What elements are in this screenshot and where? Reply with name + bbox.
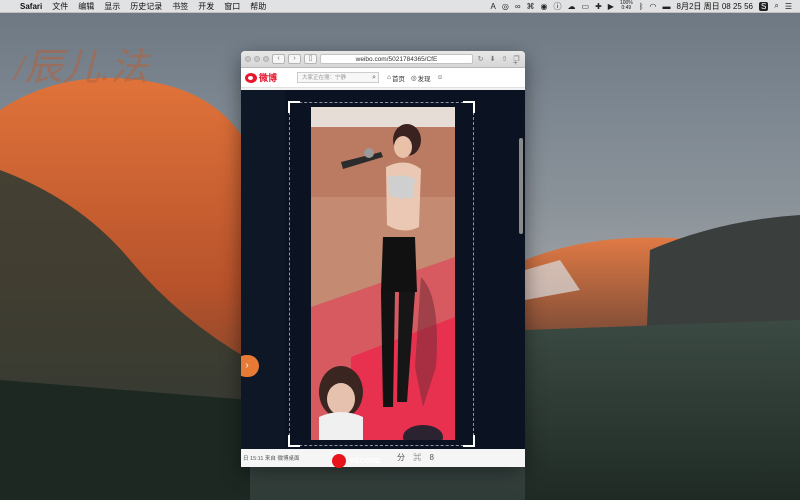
left-strip (241, 90, 285, 467)
weibo-logo-text: 微博 (259, 73, 278, 83)
spotlight-icon[interactable]: ⌕ (774, 1, 778, 11)
status-area: A ◎ ∞ ⌘ ◉ ⓘ ☁ ▭ ✚ ▶ 100% 0:49 ᛒ ◠ ▬ 8月2日 … (490, 1, 800, 12)
menu-edit[interactable]: 编辑 (78, 1, 94, 12)
address-bar[interactable]: weibo.com/5021784365/CfE (320, 54, 473, 64)
menu-view[interactable]: 显示 (104, 1, 120, 12)
record-label: RECORD (350, 457, 381, 465)
close-button[interactable] (245, 56, 251, 62)
forward-button[interactable]: › (288, 54, 301, 64)
nav-discover-label: 发现 (417, 75, 431, 83)
bluetooth-icon[interactable]: ᛒ (639, 2, 644, 11)
eye-status-icon[interactable]: ◉ (541, 2, 548, 11)
weibo-eye-icon (245, 72, 257, 83)
post-time: 日 15:11 来自 微博桌面 (243, 456, 300, 462)
reload-icon[interactable]: ↻ (476, 55, 485, 63)
post-footer: 日 15:11 来自 微博桌面 分 ⌘ 8 (241, 449, 525, 467)
s-app-icon[interactable]: S (759, 1, 769, 11)
share-icon[interactable]: ⇧ (500, 55, 509, 63)
a-status-icon[interactable]: A (490, 2, 495, 11)
back-button[interactable]: ‹ (272, 54, 285, 64)
nav-home[interactable]: ⌂ 首页 (387, 73, 405, 83)
menu-history[interactable]: 历史记录 (130, 1, 162, 12)
compass-icon: ◎ (410, 74, 417, 82)
video-status-icon[interactable]: ▶ (608, 2, 614, 11)
selection-handle-bottom-left[interactable] (288, 435, 300, 447)
toggle-status-icon[interactable]: ▭ (582, 2, 590, 11)
minimize-button[interactable] (254, 56, 260, 62)
search-icon[interactable]: ⌕ (372, 73, 376, 83)
weibo-header: 微博 大家正在搜：宁静 ⌕ ⌂ 首页 ◎ 发现 ☺ (241, 68, 525, 88)
nav-home-label: 首页 (391, 75, 405, 83)
game-icon: ☺ (436, 74, 444, 81)
info-status-icon[interactable]: ⓘ (554, 1, 562, 12)
zoom-button[interactable] (263, 56, 269, 62)
menu-bookmarks[interactable]: 书签 (172, 1, 188, 12)
menu-help[interactable]: 帮助 (250, 1, 266, 12)
title-bar: ‹ › ▯ weibo.com/5021784365/CfE ↻ ⬇ ⇧ ❐ (241, 51, 525, 68)
menu-file[interactable]: 文件 (52, 1, 68, 12)
search-input[interactable]: 大家正在搜：宁静 ⌕ (297, 72, 380, 83)
nav-game[interactable]: ☺ (437, 74, 444, 81)
gamepad-status-icon[interactable]: ✚ (595, 2, 602, 11)
new-tab-button[interactable]: + (513, 58, 518, 67)
svg-text:/辰儿.法: /辰儿.法 (12, 47, 151, 89)
circle-status-icon[interactable]: ◎ (502, 2, 509, 11)
record-button[interactable]: RECORD (332, 454, 380, 468)
battery-readout: 100% 0:49 (619, 0, 633, 11)
share-actions[interactable]: 分 ⌘ 8 (397, 452, 437, 463)
selection-handle-top-left[interactable] (288, 101, 300, 113)
command-status-icon[interactable]: ⌘ (527, 2, 535, 11)
weibo-logo[interactable]: 微博 (245, 71, 277, 84)
menu-bar: Safari 文件 编辑 显示 历史记录 书签 开发 窗口 帮助 A ◎ ∞ ⌘… (0, 0, 800, 13)
download-icon[interactable]: ⬇ (488, 55, 497, 63)
home-icon: ⌂ (387, 74, 391, 81)
search-placeholder: 大家正在搜：宁静 (302, 75, 347, 81)
menu-develop[interactable]: 开发 (198, 1, 214, 12)
selection-handle-bottom-right[interactable] (463, 435, 475, 447)
sidebar-icon[interactable]: ▯ (304, 54, 317, 64)
app-menu[interactable]: Safari (20, 2, 42, 11)
scrollbar[interactable] (519, 138, 523, 234)
weibo-nav: ⌂ 首页 ◎ 发现 ☺ (387, 73, 443, 83)
nav-discover[interactable]: ◎ 发现 (411, 73, 431, 83)
notification-center-icon[interactable]: ☰ (785, 2, 792, 11)
link-status-icon[interactable]: ∞ (515, 2, 521, 11)
selection-handle-top-right[interactable] (463, 101, 475, 113)
wifi-icon[interactable]: ◠ (650, 2, 657, 11)
clock[interactable]: 8月2日 周日 08 25 56 (677, 1, 753, 12)
cloud-status-icon[interactable]: ☁ (568, 2, 576, 11)
recording-selection[interactable] (288, 101, 475, 447)
battery-icon[interactable]: ▬ (663, 2, 671, 11)
record-dot-icon (332, 454, 346, 468)
menu-window[interactable]: 窗口 (224, 1, 240, 12)
